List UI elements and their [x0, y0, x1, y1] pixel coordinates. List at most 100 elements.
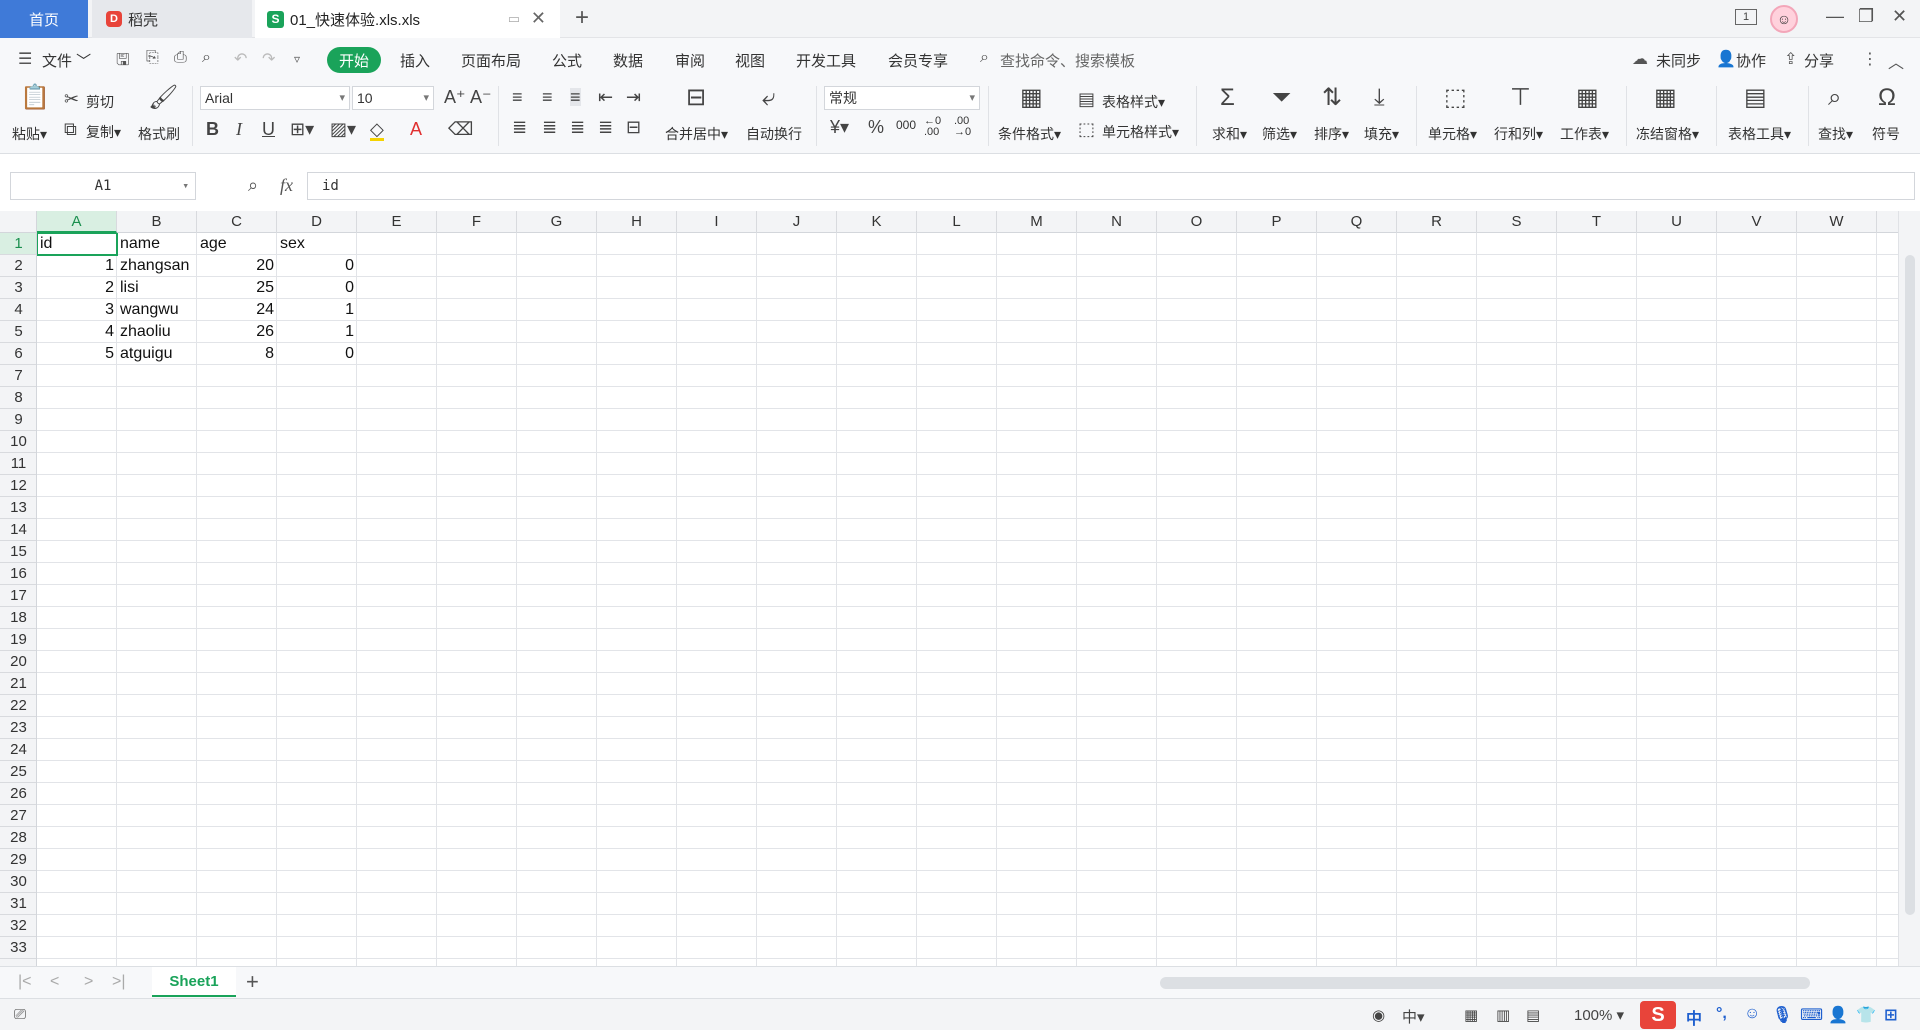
avatar[interactable]: ☺	[1770, 5, 1798, 33]
column-header-f[interactable]: F	[437, 211, 517, 233]
fill-pattern-icon[interactable]: ▨▾	[330, 120, 356, 138]
customize-toolbar-icon[interactable]: ▿	[294, 52, 300, 66]
cell-d1[interactable]: sex	[277, 233, 357, 255]
cell-a3[interactable]: 2	[37, 277, 117, 299]
row-header-20[interactable]: 20	[0, 651, 36, 673]
row-header-13[interactable]: 13	[0, 497, 36, 519]
thousands-icon[interactable]: 000	[896, 118, 916, 132]
lang-indicator[interactable]: 中▾	[1402, 1006, 1425, 1027]
row-header-1[interactable]: 1	[0, 233, 36, 255]
print-icon[interactable]: ⎙	[174, 49, 187, 67]
indent-increase-icon[interactable]: ⇥	[626, 88, 641, 106]
column-header-u[interactable]: U	[1637, 211, 1717, 233]
sort-button[interactable]: 排序▾	[1314, 124, 1349, 144]
table-style-button[interactable]: 表格样式▾	[1102, 92, 1165, 112]
row-header-2[interactable]: 2	[0, 255, 36, 277]
minimize-icon[interactable]: —	[1826, 6, 1844, 27]
row-header-8[interactable]: 8	[0, 387, 36, 409]
restore-icon[interactable]: ❐	[1858, 6, 1874, 27]
row-header-17[interactable]: 17	[0, 585, 36, 607]
tab-document[interactable]: S 01_快速体验.xls.xls ▭ ✕	[255, 0, 560, 38]
cell-a1[interactable]: id	[37, 233, 117, 255]
row-header-12[interactable]: 12	[0, 475, 36, 497]
fill-color-icon[interactable]: ◇	[370, 120, 384, 141]
worksheet-button[interactable]: 工作表▾	[1560, 124, 1609, 144]
decrease-decimal-icon[interactable]: .00 →0	[954, 116, 971, 138]
row-header-10[interactable]: 10	[0, 431, 36, 453]
cell-b2[interactable]: zhangsan	[117, 255, 197, 277]
cell-b3[interactable]: lisi	[117, 277, 197, 299]
row-header-21[interactable]: 21	[0, 673, 36, 695]
cut-button[interactable]: 剪切	[86, 92, 114, 112]
column-header-d[interactable]: D	[277, 211, 357, 233]
cell-d3[interactable]: 0	[277, 277, 357, 299]
cell-b5[interactable]: zhaoliu	[117, 321, 197, 343]
row-header-7[interactable]: 7	[0, 365, 36, 387]
format-painter-button[interactable]: 格式刷	[138, 124, 180, 144]
menu-data[interactable]: 数据	[613, 50, 643, 71]
column-header-a[interactable]: A	[37, 211, 117, 233]
align-center-icon[interactable]: ≣	[542, 118, 557, 136]
close-window-icon[interactable]: ✕	[1892, 6, 1907, 27]
copy-button[interactable]: 复制▾	[86, 122, 121, 142]
column-header-o[interactable]: O	[1157, 211, 1237, 233]
worksheet-icon[interactable]: ▦	[1576, 86, 1599, 110]
menu-start[interactable]: 开始	[327, 47, 381, 73]
vertical-scrollbar[interactable]	[1898, 211, 1920, 966]
cell-c5[interactable]: 26	[197, 321, 277, 343]
row-header-31[interactable]: 31	[0, 893, 36, 915]
sum-icon[interactable]: Σ	[1220, 86, 1235, 110]
ime-logo-icon[interactable]: S	[1640, 1001, 1676, 1029]
fill-icon[interactable]: ⤓	[1374, 86, 1385, 110]
freeze-icon[interactable]: ▦	[1654, 86, 1677, 110]
number-format-select[interactable]: 常规	[824, 86, 980, 110]
column-header-v[interactable]: V	[1717, 211, 1797, 233]
italic-icon[interactable]: I	[236, 120, 242, 138]
cell-c6[interactable]: 8	[197, 343, 277, 365]
clear-icon[interactable]: ⌫	[448, 120, 473, 138]
more-icon[interactable]: ⋮	[1862, 49, 1878, 69]
row-header-16[interactable]: 16	[0, 563, 36, 585]
column-header-r[interactable]: R	[1397, 211, 1477, 233]
merge-center-icon[interactable]: ⊟	[686, 86, 706, 110]
ime-user-icon[interactable]: 👤	[1828, 1005, 1848, 1025]
align-top-icon[interactable]: ≡	[512, 88, 523, 106]
name-box[interactable]: A1	[10, 172, 196, 200]
cell-a4[interactable]: 3	[37, 299, 117, 321]
ime-punctuation-icon[interactable]: °,	[1716, 1005, 1727, 1023]
cell-c1[interactable]: age	[197, 233, 277, 255]
cell-d2[interactable]: 0	[277, 255, 357, 277]
cell-a5[interactable]: 4	[37, 321, 117, 343]
horizontal-scrollbar[interactable]	[1160, 977, 1810, 989]
last-sheet-icon[interactable]: >|	[112, 973, 126, 991]
sync-status[interactable]: 未同步	[1656, 50, 1701, 71]
column-header-t[interactable]: T	[1557, 211, 1637, 233]
cell-style-icon[interactable]: ⬚	[1078, 120, 1095, 138]
align-bottom-icon[interactable]: ≡	[570, 88, 581, 106]
paste-icon[interactable]: 📋	[20, 86, 50, 110]
float-window-icon[interactable]: ▭	[508, 11, 520, 27]
find-button[interactable]: 查找▾	[1818, 124, 1853, 144]
filter-icon[interactable]: ⏷	[1272, 86, 1291, 110]
hamburger-icon[interactable]: ☰	[18, 49, 32, 69]
normal-view-icon[interactable]: ▦	[1464, 1006, 1478, 1024]
tab-home[interactable]: 首页	[0, 0, 88, 38]
row-header-14[interactable]: 14	[0, 519, 36, 541]
column-header-g[interactable]: G	[517, 211, 597, 233]
fill-button[interactable]: 填充▾	[1364, 124, 1399, 144]
add-sheet-button[interactable]: +	[246, 969, 259, 995]
cut-icon[interactable]: ✂	[64, 90, 79, 108]
align-middle-icon[interactable]: ≡	[542, 88, 553, 106]
eye-protection-icon[interactable]: ◉	[1372, 1006, 1385, 1024]
currency-icon[interactable]: ¥▾	[830, 118, 849, 136]
macro-record-icon[interactable]: ⎚	[14, 1006, 26, 1023]
menu-page-layout[interactable]: 页面布局	[461, 50, 521, 71]
distribute-icon[interactable]: ⊟	[626, 118, 641, 136]
cell-style-button[interactable]: 单元格样式▾	[1102, 122, 1179, 142]
export-pdf-icon[interactable]: ⎘	[146, 49, 159, 67]
row-header-4[interactable]: 4	[0, 299, 36, 321]
row-header-15[interactable]: 15	[0, 541, 36, 563]
column-header-m[interactable]: M	[997, 211, 1077, 233]
cell-c2[interactable]: 20	[197, 255, 277, 277]
column-header-n[interactable]: N	[1077, 211, 1157, 233]
